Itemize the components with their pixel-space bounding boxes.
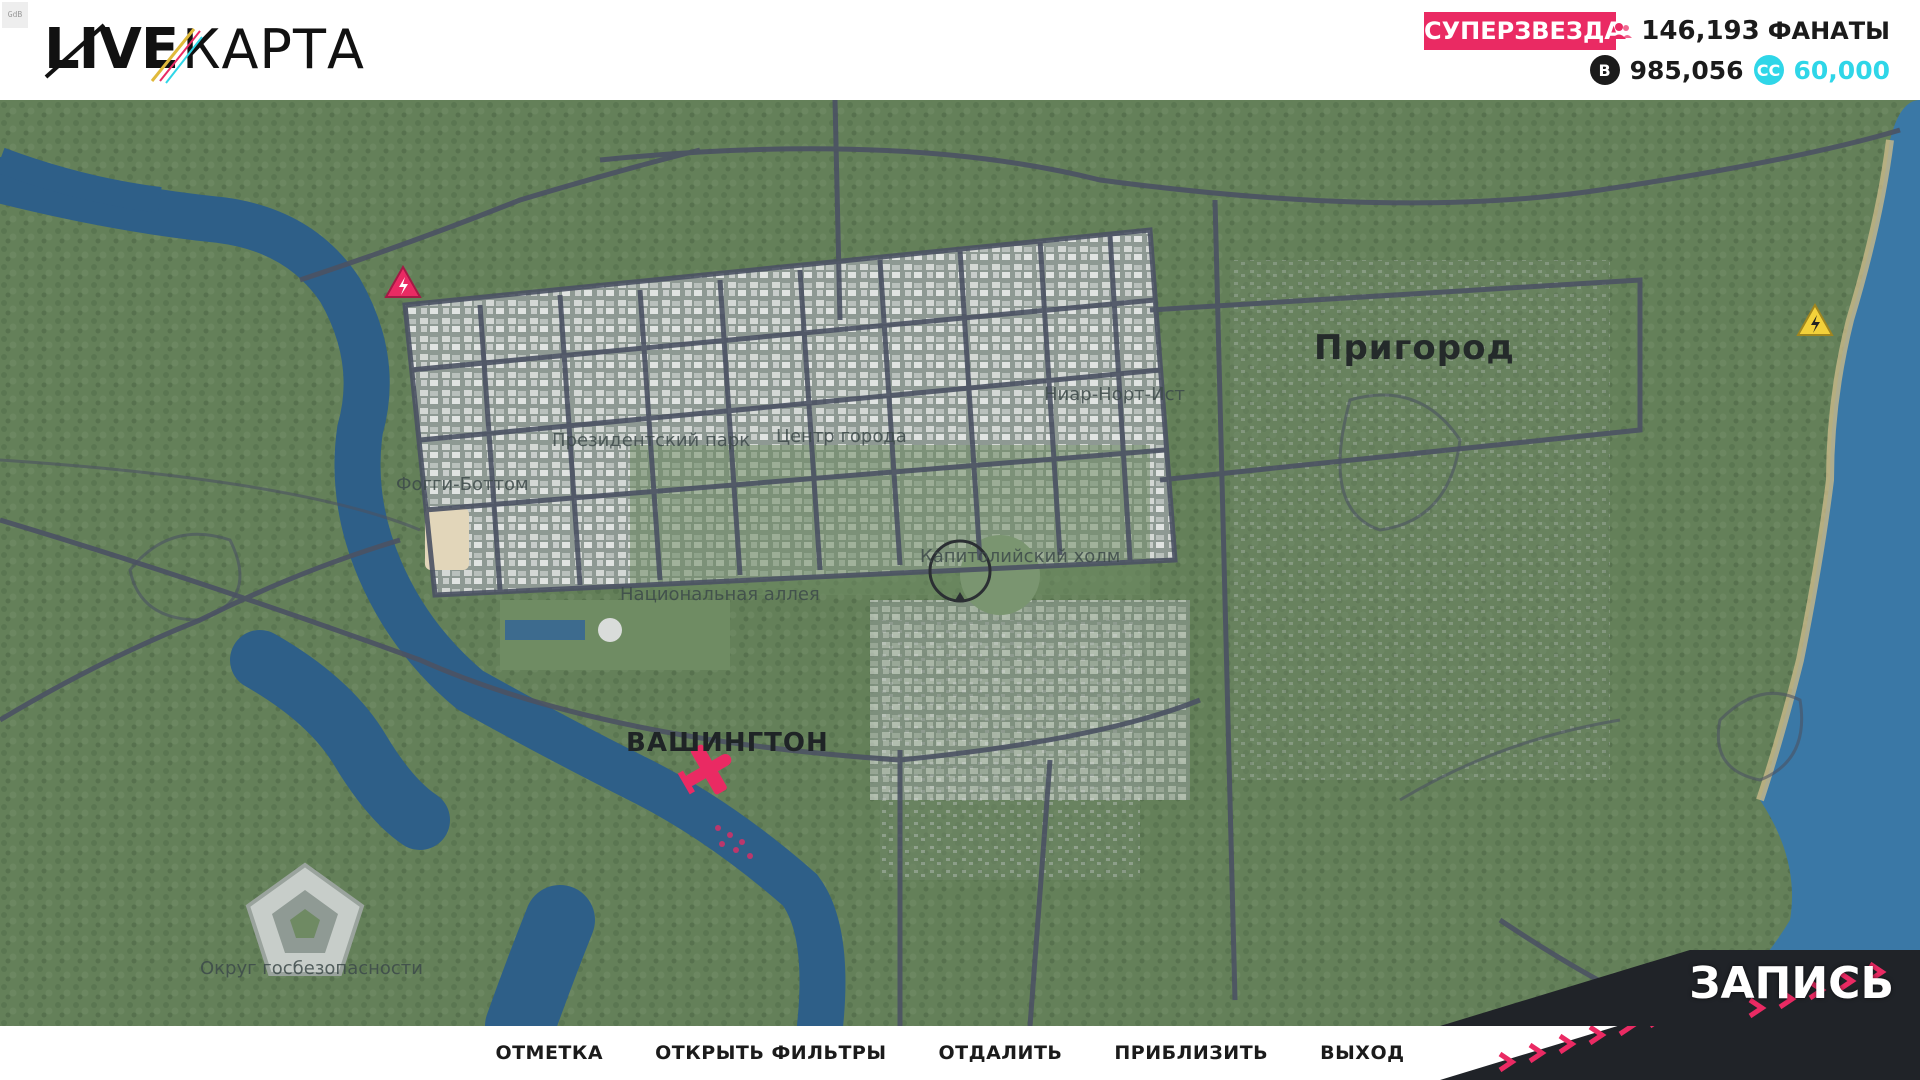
record-label: ЗАПИСЬ [1689,958,1894,1009]
district-label: Капитолийский холм [920,546,1121,567]
rank-badge: СУПЕРЗВЕЗДА [1424,12,1623,50]
district-label: Национальная аллея [620,584,820,605]
currency-row: B 985,056 CC 60,000 [1589,52,1890,88]
zoom-out-button[interactable]: ОТДАЛИТЬ [939,1042,1063,1064]
mark-button[interactable]: ОТМЕТКА [495,1042,603,1064]
fans-counter: 146,193 ФАНАТЫ [1611,12,1890,50]
fans-count: 146,193 [1641,16,1760,46]
bits-icon: B [1589,55,1620,85]
logo-slash-icon [44,23,203,84]
bottom-bar: ОТМЕТКА ОТКРЫТЬ ФИЛЬТРЫ ОТДАЛИТЬ ПРИБЛИЗ… [0,1026,1920,1080]
world-map[interactable]: Пригород ВАШИНГТОН Ниар-Норт-Ист Президе… [0,100,1920,1026]
top-bar: GdB LIVE КАРТА СУПЕРЗВЕЗДА 146,193 ФАНАТ… [0,0,1920,100]
credits-icon: CC [1753,55,1784,85]
logo-live: LIVE [44,17,203,84]
district-label: Президентский парк [552,430,751,451]
exit-button[interactable]: ВЫХОД [1320,1042,1404,1064]
open-filters-button[interactable]: ОТКРЫТЬ ФИЛЬТРЫ [655,1042,886,1064]
district-label: Ниар-Норт-Ист [1044,384,1185,405]
fans-label: ФАНАТЫ [1767,17,1890,45]
region-label: Пригород [1314,328,1515,368]
app-logo: LIVE КАРТА [44,14,365,84]
district-label: Центр города [776,426,907,447]
action-bar: ОТМЕТКА ОТКРЫТЬ ФИЛЬТРЫ ОТДАЛИТЬ ПРИБЛИЗ… [0,1026,1920,1080]
district-label: Округ госбезопасности [200,958,423,979]
build-tag: GdB [2,2,28,28]
bits-amount: 985,056 [1629,55,1744,85]
zoom-in-button[interactable]: ПРИБЛИЗИТЬ [1114,1042,1268,1064]
credits-amount: 60,000 [1793,55,1890,85]
logo-map-title: КАРТА [182,17,365,81]
district-label: Фогги-Боттом [396,474,529,495]
city-label: ВАШИНГТОН [626,728,829,758]
fans-icon [1612,23,1633,39]
